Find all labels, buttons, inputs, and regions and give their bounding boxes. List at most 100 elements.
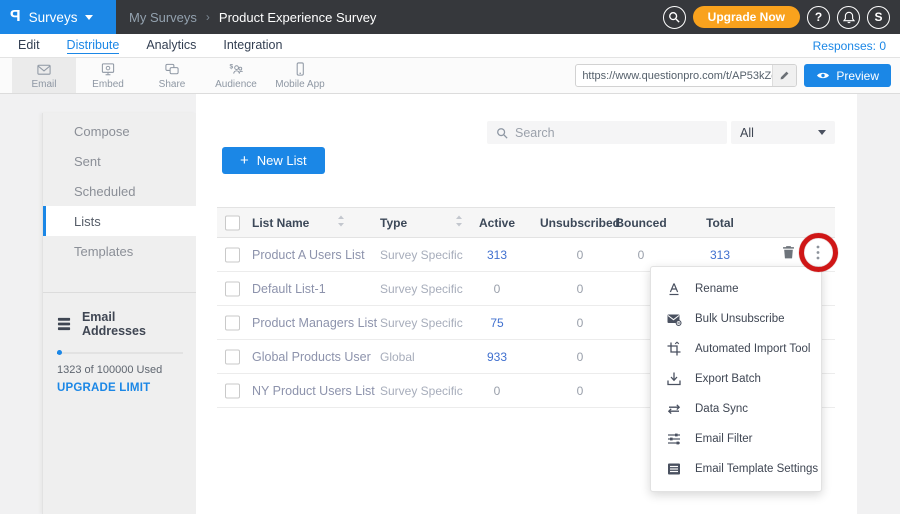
select-all-checkbox[interactable] — [225, 215, 240, 230]
column-header-name[interactable]: List Name — [252, 216, 309, 230]
email-filter-icon — [666, 431, 682, 447]
filter-select[interactable]: All — [731, 121, 835, 144]
help-button[interactable]: ? — [807, 6, 830, 29]
menu-item-email-filter[interactable]: Email Filter — [651, 424, 821, 454]
email-sidebar: ComposeSentScheduledListsTemplates Email… — [42, 113, 196, 514]
email-icon — [36, 62, 52, 77]
bell-icon — [843, 11, 855, 24]
list-search-box — [487, 121, 727, 144]
rename-icon — [666, 281, 682, 297]
row-menu-button[interactable] — [811, 244, 825, 265]
sidebar-item-templates[interactable]: Templates — [43, 236, 196, 266]
questionpro-logo-icon: P — [10, 8, 21, 26]
distribute-tab-embed[interactable]: Embed — [76, 58, 140, 93]
share-icon — [164, 62, 180, 77]
email-usage-progress — [57, 352, 183, 354]
checkbox-icon — [225, 349, 240, 364]
preview-button[interactable]: Preview — [804, 64, 891, 87]
list-type: Survey Specific — [380, 282, 463, 296]
list-stack-icon — [57, 317, 72, 331]
count-active: 933 — [467, 350, 527, 364]
surveys-product-menu[interactable]: P Surveys — [0, 0, 116, 34]
breadcrumb-my-surveys[interactable]: My Surveys — [129, 10, 197, 25]
delete-list-button[interactable] — [781, 245, 796, 265]
search-input[interactable] — [515, 126, 705, 140]
list-type: Survey Specific — [380, 316, 463, 330]
mobile-app-icon — [292, 62, 308, 77]
distribute-tab-email[interactable]: Email — [12, 58, 76, 93]
checkbox-icon — [225, 281, 240, 296]
sidebar-item-scheduled[interactable]: Scheduled — [43, 176, 196, 206]
nav-tab-edit[interactable]: Edit — [18, 38, 40, 54]
bulk-unsubscribe-icon — [666, 311, 682, 327]
nav-tab-analytics[interactable]: Analytics — [146, 38, 196, 54]
list-name-link[interactable]: Product A Users List — [252, 248, 365, 262]
breadcrumb-current-survey: Product Experience Survey — [219, 10, 377, 25]
menu-item-bulk-unsubscribe[interactable]: Bulk Unsubscribe — [651, 304, 821, 334]
row-checkbox[interactable] — [225, 247, 240, 262]
product-menu-label: Surveys — [29, 10, 78, 25]
edit-url-button[interactable] — [772, 65, 796, 86]
eye-icon — [816, 71, 830, 80]
menu-item-export-batch[interactable]: Export Batch — [651, 364, 821, 394]
row-checkbox[interactable] — [225, 281, 240, 296]
column-header-total: Total — [690, 216, 750, 230]
table-header: List NameTypeActiveUnsubscribedBouncedTo… — [217, 207, 835, 238]
menu-item-email-template-settings[interactable]: Email Template Settings — [651, 454, 821, 484]
distribute-tab-audience[interactable]: $Audience — [204, 58, 268, 93]
nav-tab-distribute[interactable]: Distribute — [67, 38, 120, 54]
chevron-down-icon — [85, 15, 93, 20]
checkbox-icon — [225, 215, 240, 230]
avatar[interactable]: S — [867, 6, 890, 29]
menu-item-label: Email Template Settings — [695, 463, 818, 475]
distribute-tab-label: Audience — [215, 79, 257, 90]
count-total: 313 — [690, 248, 750, 262]
menu-item-data-sync[interactable]: Data Sync — [651, 394, 821, 424]
topbar-actions: Upgrade Now ? S — [663, 6, 900, 29]
breadcrumb: My Surveys › Product Experience Survey — [116, 10, 663, 25]
distribute-tab-mobile-app[interactable]: Mobile App — [268, 58, 332, 93]
list-name-link[interactable]: NY Product Users List — [252, 384, 375, 398]
list-name-link[interactable]: Default List-1 — [252, 282, 326, 296]
list-type: Survey Specific — [380, 248, 463, 262]
toolbar-right: https://www.questionpro.com/t/AP53kZgfo … — [575, 64, 891, 87]
row-checkbox[interactable] — [225, 315, 240, 330]
list-type: Survey Specific — [380, 384, 463, 398]
email-addresses-title: Email Addresses — [82, 310, 182, 338]
breadcrumb-separator: › — [206, 10, 210, 24]
row-checkbox[interactable] — [225, 383, 240, 398]
menu-item-label: Automated Import Tool — [695, 343, 811, 355]
sort-icon[interactable] — [337, 214, 345, 232]
list-name-link[interactable]: Global Products User — [252, 350, 371, 364]
search-button[interactable] — [663, 6, 686, 29]
menu-item-automated-import-tool[interactable]: Automated Import Tool — [651, 334, 821, 364]
data-sync-icon — [666, 401, 682, 417]
survey-url-field[interactable]: https://www.questionpro.com/t/AP53kZgfo — [575, 64, 797, 87]
sidebar-item-lists[interactable]: Lists — [43, 206, 196, 236]
menu-item-label: Export Batch — [695, 373, 761, 385]
column-header-type[interactable]: Type — [380, 216, 407, 230]
notifications-button[interactable] — [837, 6, 860, 29]
count-unsubscribed: 0 — [540, 350, 620, 364]
upgrade-now-button[interactable]: Upgrade Now — [693, 6, 800, 28]
menu-item-rename[interactable]: Rename — [651, 274, 821, 304]
row-checkbox[interactable] — [225, 349, 240, 364]
sort-icon[interactable] — [455, 214, 463, 232]
nav-tab-integration[interactable]: Integration — [223, 38, 282, 54]
plus-icon: + — [240, 152, 249, 169]
sidebar-item-compose[interactable]: Compose — [43, 116, 196, 146]
count-active: 313 — [467, 248, 527, 262]
list-name-link[interactable]: Product Managers List — [252, 316, 377, 330]
sidebar-item-sent[interactable]: Sent — [43, 146, 196, 176]
new-list-button[interactable]: + New List — [222, 147, 325, 174]
count-unsubscribed: 0 — [540, 384, 620, 398]
new-list-label: New List — [257, 153, 307, 168]
distribute-tab-label: Share — [159, 79, 186, 90]
email-usage-dot — [57, 350, 62, 355]
upgrade-limit-link[interactable]: UPGRADE LIMIT — [57, 382, 182, 394]
column-header-unsubscribed: Unsubscribed — [540, 216, 620, 230]
distribute-tab-label: Email — [31, 79, 56, 90]
count-active: 0 — [467, 282, 527, 296]
distribute-tab-share[interactable]: Share — [140, 58, 204, 93]
checkbox-icon — [225, 383, 240, 398]
